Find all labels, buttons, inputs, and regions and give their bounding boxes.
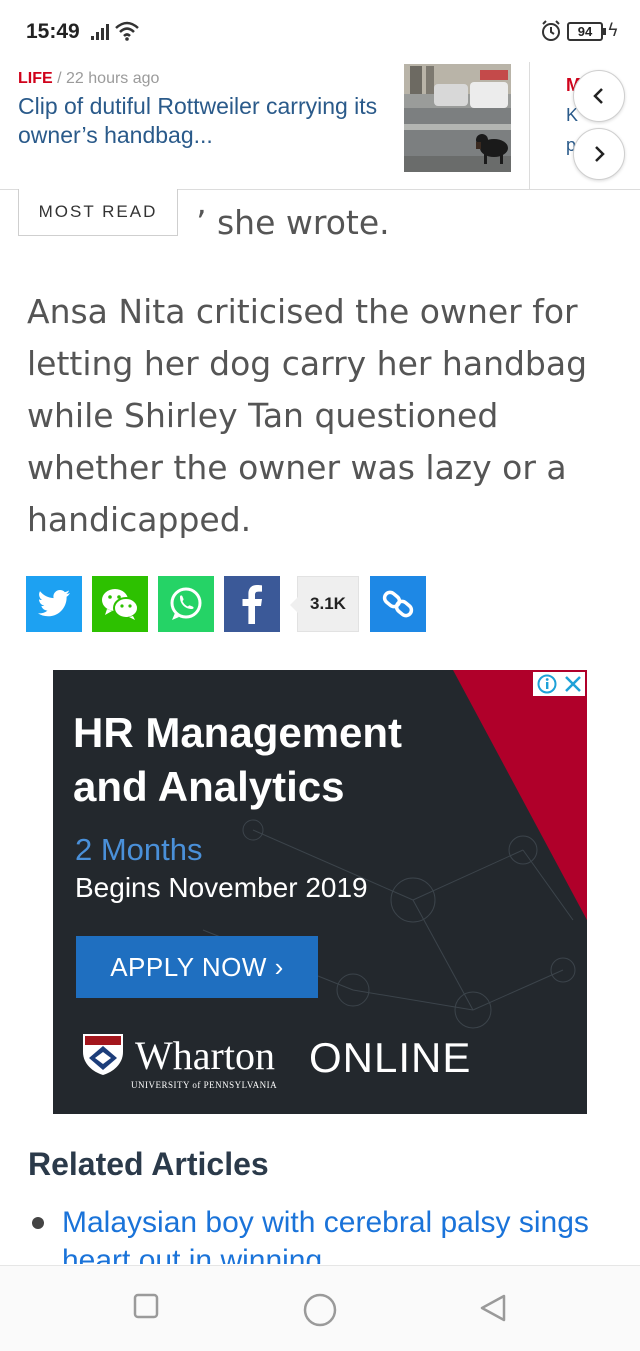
- ad-brand-name: Wharton: [135, 1033, 275, 1078]
- related-article-link[interactable]: Malaysian boy with cerebral palsy sings …: [28, 1204, 618, 1264]
- card-meta: LIFE / 22 hours ago: [18, 70, 159, 88]
- related-articles-heading: Related Articles: [28, 1146, 269, 1182]
- link-icon: [382, 590, 414, 618]
- ad-headline-line: and Analytics: [73, 763, 345, 810]
- related-articles-list: Malaysian boy with cerebral palsy sings …: [28, 1204, 618, 1264]
- status-time: 15:49: [26, 20, 80, 43]
- facebook-share-button[interactable]: [224, 576, 280, 632]
- ad-close-icon[interactable]: [564, 675, 582, 693]
- copy-link-button[interactable]: [370, 576, 426, 632]
- home-icon[interactable]: [303, 1293, 337, 1327]
- ad-choices[interactable]: [533, 672, 585, 696]
- card-timestamp: 22 hours ago: [66, 70, 160, 87]
- card-title[interactable]: Clip of dutiful Rottweiler carrying its …: [18, 92, 388, 150]
- article-quote-fragment: ’ she wrote.: [196, 203, 390, 242]
- ad-brand-subtitle: UNIVERSITY of PENNSYLVANIA: [131, 1080, 278, 1090]
- charging-icon: ϟ: [607, 20, 619, 41]
- ad-start-date: Begins November 2019: [75, 872, 368, 903]
- facebook-icon: [242, 585, 262, 624]
- card-divider: [529, 62, 530, 189]
- card-category[interactable]: LIFE: [18, 70, 53, 87]
- recent-apps-icon[interactable]: [133, 1293, 159, 1319]
- card-thumbnail[interactable]: [404, 64, 511, 172]
- carousel-prev-button[interactable]: [573, 70, 625, 122]
- rottweiler-photo: [404, 64, 511, 172]
- back-icon[interactable]: [478, 1293, 508, 1323]
- advertisement[interactable]: HR Management and Analytics 2 Months Beg…: [53, 670, 587, 1114]
- most-read-tab[interactable]: MOST READ: [18, 189, 178, 236]
- carousel-card[interactable]: LIFE / 22 hours ago Clip of dutiful Rott…: [18, 62, 528, 189]
- battery-indicator: 94: [567, 22, 606, 41]
- article-carousel: LIFE / 22 hours ago Clip of dutiful Rott…: [0, 62, 640, 190]
- wechat-share-button[interactable]: [92, 576, 148, 632]
- whatsapp-share-button[interactable]: [158, 576, 214, 632]
- chevron-right-icon: [595, 146, 605, 162]
- share-count: 3.1K: [290, 576, 359, 632]
- wechat-icon: [102, 589, 139, 620]
- apply-now-button[interactable]: APPLY NOW ›: [76, 936, 318, 998]
- carousel-next-button[interactable]: [573, 128, 625, 180]
- status-bar: 15:49 94 ϟ: [0, 0, 640, 62]
- ad-duration: 2 Months: [75, 832, 203, 867]
- meta-separator: /: [57, 70, 62, 87]
- alarm-icon: [542, 20, 560, 41]
- list-bullet: [32, 1217, 44, 1229]
- signal-icon: [91, 24, 109, 40]
- wharton-logo: Wharton UNIVERSITY of PENNSYLVANIA: [81, 1032, 277, 1090]
- twitter-share-button[interactable]: [26, 576, 82, 632]
- ad-headline-line: HR Management: [73, 709, 403, 756]
- wifi-icon: [115, 21, 139, 41]
- twitter-icon: [37, 590, 70, 617]
- chevron-left-icon: [593, 88, 603, 104]
- whatsapp-icon: [170, 587, 202, 620]
- related-article-title[interactable]: Malaysian boy with cerebral palsy sings …: [62, 1206, 589, 1264]
- ad-headline: HR Management and Analytics: [73, 706, 473, 814]
- system-navigation-bar: [0, 1265, 640, 1351]
- shield-icon: [83, 1034, 123, 1075]
- ad-info-icon[interactable]: [537, 674, 557, 694]
- article-paragraph: Ansa Nita criticised the owner for letti…: [27, 292, 588, 539]
- ad-online-label: ONLINE: [309, 1034, 472, 1081]
